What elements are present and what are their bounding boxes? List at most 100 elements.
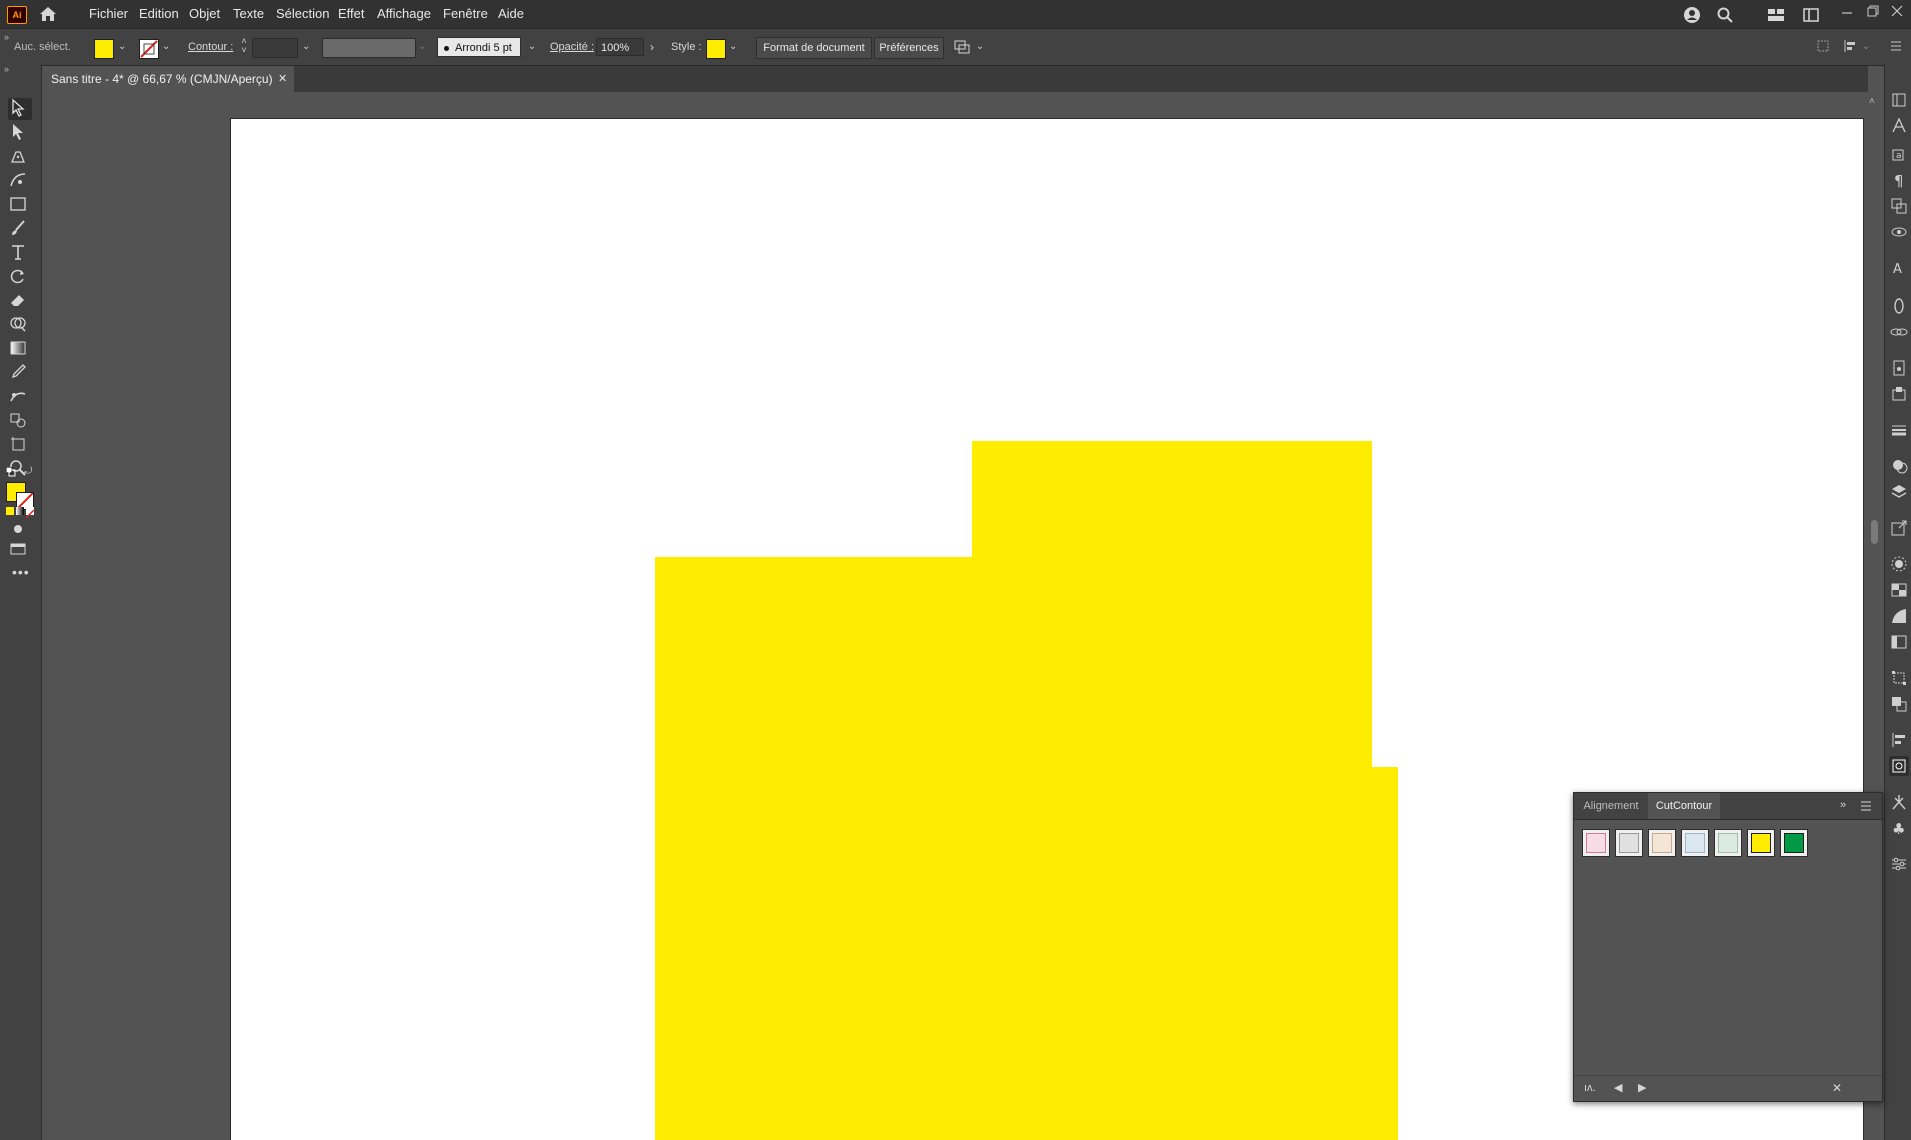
color-guide-panel-icon[interactable]: [1889, 554, 1909, 574]
color-swatch[interactable]: [1714, 829, 1742, 857]
user-account-icon[interactable]: [1683, 6, 1701, 24]
menu-texte[interactable]: Texte: [233, 0, 264, 28]
next-icon[interactable]: ▶: [1638, 1081, 1646, 1094]
color-mode-buttons[interactable]: [6, 507, 36, 519]
transparency-panel-icon[interactable]: [1889, 296, 1909, 316]
color-swatch[interactable]: [1615, 829, 1643, 857]
close-icon[interactable]: [1890, 4, 1904, 18]
pen-tool-icon[interactable]: [8, 146, 32, 168]
stroke-none-swatch[interactable]: [139, 39, 159, 59]
yellow-folder-shape[interactable]: [655, 441, 1398, 1140]
drawing-mode-icon[interactable]: [8, 519, 32, 541]
document-tab[interactable]: Sans titre - 4* @ 66,67 % (CMJN/Aperçu) …: [42, 66, 294, 92]
paragraph-panel-icon[interactable]: ¶: [1889, 170, 1909, 190]
minimize-icon[interactable]: [1840, 6, 1854, 20]
color-swatch[interactable]: [1648, 829, 1676, 857]
color-swatch[interactable]: [1747, 829, 1775, 857]
tab-close-icon[interactable]: ✕: [278, 66, 287, 92]
arrange-icon[interactable]: [953, 38, 971, 56]
color-swatch[interactable]: [1582, 829, 1610, 857]
fill-dropdown-chevron-icon[interactable]: ⌄: [118, 37, 126, 57]
graphic-style-swatch[interactable]: [706, 39, 726, 59]
selection-tool-icon[interactable]: [8, 98, 32, 120]
asset-export-panel-icon[interactable]: [1889, 518, 1909, 538]
pathfinder-secondary-icon[interactable]: [1889, 694, 1909, 714]
collapse-arrows-icon[interactable]: »: [4, 32, 9, 42]
menu-objet[interactable]: Objet: [189, 0, 220, 28]
panel-collapse-icon[interactable]: »: [1840, 799, 1846, 811]
symbols-panel-icon[interactable]: ♣: [1889, 818, 1909, 838]
adjustments-panel-icon[interactable]: [1889, 854, 1909, 874]
libraries-panel-icon[interactable]: [1889, 358, 1909, 378]
tab-cutcontour[interactable]: CutContour: [1648, 793, 1720, 819]
delete-swatch-icon[interactable]: ✕: [1832, 1081, 1842, 1095]
stroke-weight-input[interactable]: [252, 38, 298, 58]
scroll-up-icon[interactable]: ˄: [1869, 96, 1875, 107]
brush-chevron-icon[interactable]: ⌄: [528, 37, 536, 57]
align-panel-icon[interactable]: [1889, 730, 1909, 750]
artboard-tool-icon[interactable]: [8, 434, 32, 456]
eyedropper-tool-icon[interactable]: [8, 362, 32, 384]
opentype-panel-icon[interactable]: A: [1889, 258, 1909, 278]
search-icon[interactable]: [1716, 6, 1734, 24]
menu-affichage[interactable]: Affichage: [377, 0, 431, 28]
align-icon[interactable]: [1843, 39, 1859, 53]
symbol-sprayer-tool-icon[interactable]: [8, 410, 32, 432]
direct-selection-tool-icon[interactable]: [8, 122, 32, 144]
transform-icon[interactable]: [1816, 39, 1830, 53]
pathfinder-panel-icon[interactable]: [1889, 196, 1909, 216]
menu-fenetre[interactable]: Fenêtre: [443, 0, 488, 28]
color-panel-icon[interactable]: [1889, 580, 1909, 600]
transparency-grid-icon[interactable]: [1889, 632, 1909, 652]
paintbrush-tool-icon[interactable]: [8, 218, 32, 240]
rectangle-tool-icon[interactable]: [8, 194, 32, 216]
cutcontour-panel-icon[interactable]: [1889, 756, 1909, 776]
menu-edition[interactable]: Edition: [139, 0, 179, 28]
brush-definition-dropdown[interactable]: Arrondi 5 pt: [437, 37, 521, 57]
arrange-chevron-icon[interactable]: ⌄: [976, 37, 984, 57]
glyphs-panel-icon[interactable]: a: [1889, 144, 1909, 164]
color-swatch[interactable]: [1681, 829, 1709, 857]
puppet-panel-icon[interactable]: [1889, 792, 1909, 812]
character-panel-icon[interactable]: [1889, 116, 1909, 136]
toolbar-collapse-icon[interactable]: »: [4, 64, 9, 74]
stroke-weight-chevron-icon[interactable]: ⌄: [302, 37, 310, 57]
layers-panel-icon[interactable]: [1889, 482, 1909, 502]
align-chevron-icon[interactable]: ⌄: [1862, 37, 1870, 57]
menu-fichier[interactable]: Fichier: [89, 0, 128, 28]
rotate-tool-icon[interactable]: [8, 266, 32, 288]
control-menu-icon[interactable]: [1890, 39, 1902, 53]
tab-alignement[interactable]: Alignement: [1574, 793, 1648, 819]
stroke-panel-icon[interactable]: [1889, 420, 1909, 440]
gradient-tool-icon[interactable]: [8, 338, 32, 360]
menu-aide[interactable]: Aide: [498, 0, 524, 28]
opacity-arrow-icon[interactable]: ›: [650, 37, 654, 57]
puppet-warp-tool-icon[interactable]: [8, 386, 32, 408]
menu-selection[interactable]: Sélection: [276, 0, 329, 28]
swatches-panel-icon[interactable]: [1889, 456, 1909, 476]
curvature-tool-icon[interactable]: [8, 170, 32, 192]
default-colors-icon[interactable]: [5, 466, 16, 477]
appearance-panel-icon[interactable]: [1889, 222, 1909, 242]
document-setup-button[interactable]: Format de document: [756, 37, 872, 59]
profile-chevron-icon[interactable]: ⌄: [418, 37, 426, 57]
style-chevron-icon[interactable]: ⌄: [729, 37, 737, 57]
eraser-tool-icon[interactable]: [8, 290, 32, 312]
swap-colors-icon[interactable]: ⤾: [24, 466, 32, 477]
arrange-documents-icon[interactable]: [1803, 8, 1819, 22]
color-swatch[interactable]: [1780, 829, 1808, 857]
preferences-button[interactable]: Préférences: [874, 37, 944, 59]
panel-menu-icon[interactable]: [1860, 800, 1872, 812]
scroll-thumb[interactable]: [1871, 520, 1878, 544]
more-tools-icon[interactable]: •••: [12, 564, 30, 580]
library-menu-icon[interactable]: ıʌ.: [1584, 1082, 1596, 1094]
variable-width-profile[interactable]: [322, 38, 416, 58]
home-icon[interactable]: [38, 5, 58, 23]
menu-effet[interactable]: Effet: [338, 0, 365, 28]
properties-panel-icon[interactable]: [1889, 90, 1909, 110]
stroke-dropdown-chevron-icon[interactable]: ⌄: [162, 37, 170, 57]
links-panel-icon[interactable]: [1889, 322, 1909, 342]
screen-mode-icon[interactable]: [8, 539, 32, 561]
transform-panel-icon[interactable]: [1889, 668, 1909, 688]
type-tool-icon[interactable]: [8, 242, 32, 264]
